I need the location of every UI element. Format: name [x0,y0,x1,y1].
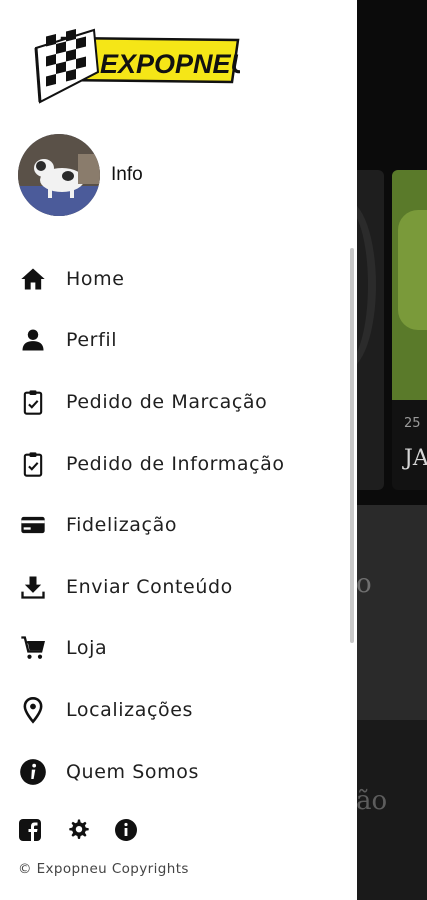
news-card-image [392,170,427,400]
menu-item-label: Perfil [66,329,118,352]
news-card-date: 25 [404,416,421,431]
menu-item-localizacoes[interactable]: Localizações [0,679,350,741]
menu-item-enviar-conteudo[interactable]: Enviar Conteúdo [0,556,350,618]
menu-item-quem-somos[interactable]: Quem Somos [0,741,350,803]
social-links [18,818,162,842]
background-screen: 25 JA o ão [356,0,427,900]
clipboard-check-icon [18,449,48,479]
menu-item-label: Pedido de Marcação [66,390,268,413]
menu-item-loja[interactable]: Loja [0,618,350,680]
location-pin-icon [18,695,48,725]
credit-card-icon [18,510,48,540]
home-icon [18,264,48,294]
menu-item-pedido-informacao[interactable]: Pedido de Informação [0,433,350,495]
expopneu-logo[interactable]: EXPOPNEU [32,26,240,104]
navigation-drawer: EXPOPNEU Info Home Perfil Pedido de Marc… [0,0,357,900]
menu-item-label: Localizações [66,698,193,721]
person-icon [18,325,48,355]
menu-item-perfil[interactable]: Perfil [0,310,350,372]
download-tray-icon [18,572,48,602]
menu-item-label: Enviar Conteúdo [66,575,233,598]
info-circle-icon [18,757,48,787]
news-card-title: JA [404,446,427,471]
scrollbar[interactable] [350,248,354,643]
menu-item-label: Home [66,267,125,290]
facebook-icon[interactable] [18,818,42,842]
section-text-fragment: ão [356,786,388,816]
menu-item-label: Quem Somos [66,760,199,783]
menu-item-pedido-marcacao[interactable]: Pedido de Marcação [0,371,350,433]
drawer-menu: Home Perfil Pedido de Marcação Pedido de… [0,248,350,802]
avatar[interactable] [18,134,100,216]
clipboard-check-icon [18,387,48,417]
menu-item-label: Fidelização [66,514,178,537]
menu-item-label: Loja [66,637,108,660]
menu-item-label: Pedido de Informação [66,452,285,475]
logo-text: EXPOPNEU [100,49,240,79]
copyright-text: © Expopneu Copyrights [18,861,189,877]
menu-item-fidelizacao[interactable]: Fidelização [0,494,350,556]
banner-text-fragment: o [356,569,372,599]
cart-icon [18,633,48,663]
menu-item-home[interactable]: Home [0,248,350,310]
banner-image: o [356,505,427,720]
profile-name[interactable]: Info [111,164,143,186]
info-icon[interactable] [114,818,138,842]
gear-icon[interactable] [66,818,90,842]
user-profile[interactable]: Info [18,134,143,216]
news-card-left [356,170,384,490]
news-card[interactable]: 25 JA [392,170,427,490]
